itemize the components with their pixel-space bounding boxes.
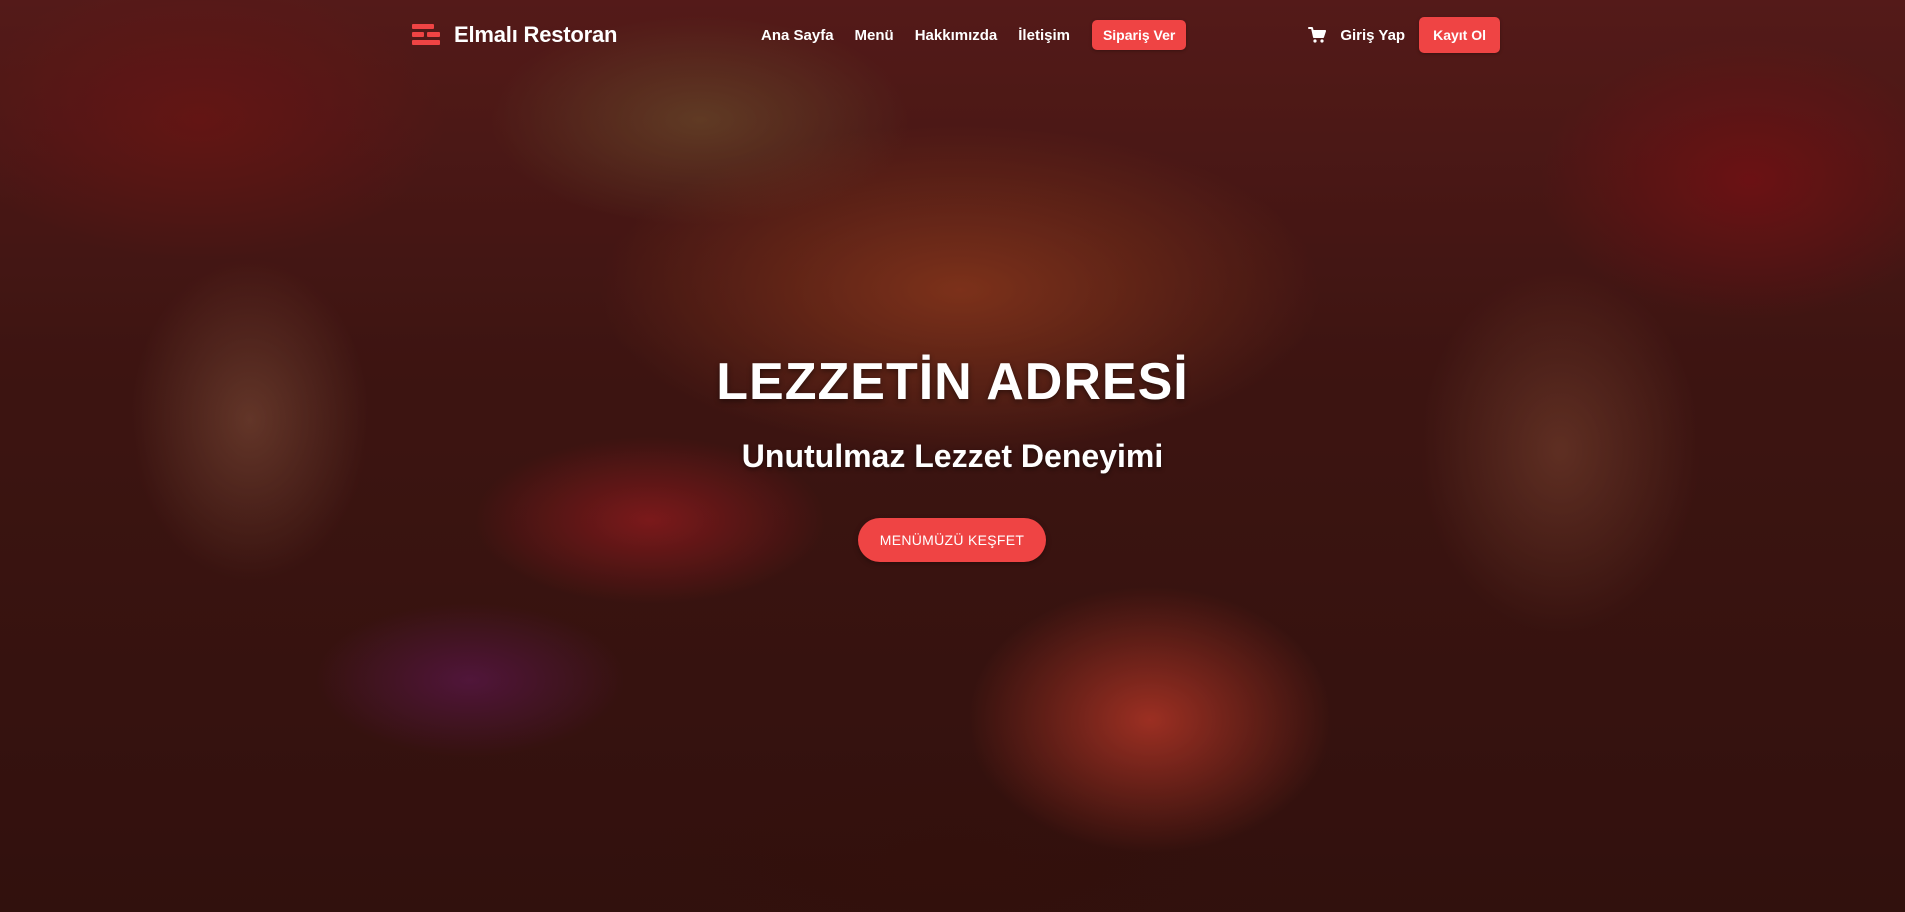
hero-subtitle: Unutulmaz Lezzet Deneyimi — [741, 438, 1164, 474]
hero-section: LEZZETİN ADRESİ Unutulmaz Lezzet Deneyim… — [0, 0, 1905, 912]
explore-menu-button[interactable]: MENÜMÜZÜ KEŞFET — [858, 518, 1046, 562]
hero-title: LEZZETİN ADRESİ — [716, 353, 1189, 411]
